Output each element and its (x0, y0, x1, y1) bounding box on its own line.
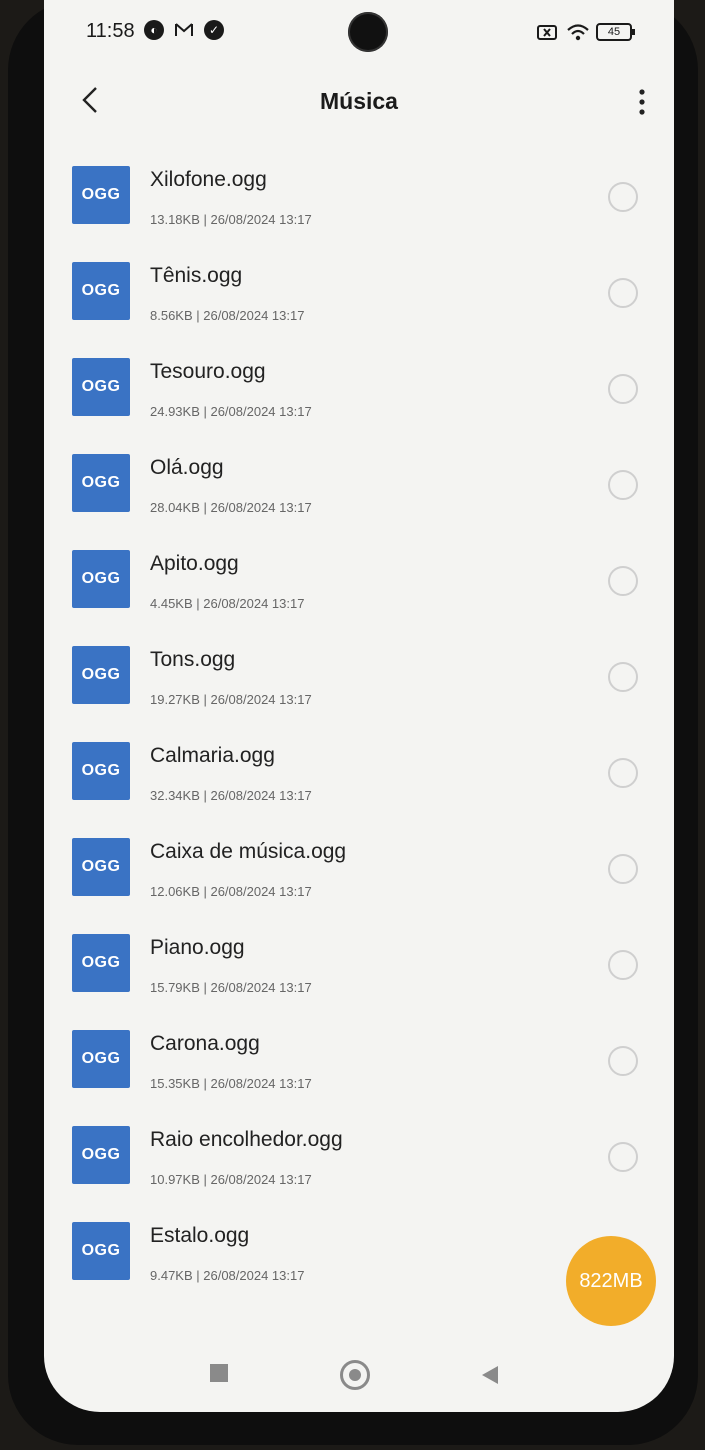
wifi-icon (566, 22, 589, 42)
more-vertical-icon (639, 89, 645, 115)
more-options-button[interactable] (630, 82, 654, 122)
file-name: Tênis.ogg (150, 264, 243, 287)
file-row[interactable]: OGG Apito.ogg 4.45KB | 26/08/2024 13:17 (44, 534, 674, 630)
file-name: Tons.ogg (150, 648, 236, 671)
phone-frame: 11:58 ◐ ✓ 45 Música OGG Xilofone.ogg 13.… (8, 0, 698, 1445)
file-meta: 12.06KB | 26/08/2024 13:17 (150, 884, 312, 899)
file-name: Calmaria.ogg (150, 744, 275, 767)
file-name: Caixa de música.ogg (150, 840, 347, 863)
ogg-file-icon: OGG (72, 1222, 130, 1280)
ogg-file-icon: OGG (72, 166, 130, 224)
ogg-file-icon: OGG (72, 646, 130, 704)
file-name: Tesouro.ogg (150, 360, 266, 383)
select-radio[interactable] (608, 1142, 638, 1172)
select-radio[interactable] (608, 374, 638, 404)
file-name: Carona.ogg (150, 1032, 260, 1055)
file-name: Xilofone.ogg (150, 168, 267, 191)
ogg-file-icon: OGG (72, 1030, 130, 1088)
file-meta: 24.93KB | 26/08/2024 13:17 (150, 404, 312, 419)
select-radio[interactable] (608, 662, 638, 692)
select-radio[interactable] (608, 470, 638, 500)
status-time: 11:58 (86, 20, 135, 42)
recents-button[interactable] (210, 1364, 228, 1382)
ogg-file-icon: OGG (72, 454, 130, 512)
file-row[interactable]: OGG Tesouro.ogg 24.93KB | 26/08/2024 13:17 (44, 342, 674, 438)
home-button[interactable] (340, 1360, 370, 1390)
file-name: Apito.ogg (150, 552, 239, 575)
file-row[interactable]: OGG Carona.ogg 15.35KB | 26/08/2024 13:17 (44, 1014, 674, 1110)
file-list: OGG Xilofone.ogg 13.18KB | 26/08/2024 13:1… (44, 150, 674, 1302)
file-meta: 28.04KB | 26/08/2024 13:17 (150, 500, 312, 515)
front-camera (348, 12, 388, 52)
select-radio[interactable] (608, 566, 638, 596)
file-row[interactable]: OGG Caixa de música.ogg 12.06KB | 26/08/20… (44, 822, 674, 918)
file-meta: 9.47KB | 26/08/2024 13:17 (150, 1268, 305, 1283)
page-title: Música (320, 88, 398, 114)
navigation-bar (44, 1348, 674, 1398)
status-icons-left: ◐ ✓ (144, 20, 224, 40)
file-meta: 13.18KB | 26/08/2024 13:17 (150, 212, 312, 227)
file-row[interactable]: OGG Raio encolhedor.ogg 10.97KB | 26/08/20… (44, 1110, 674, 1206)
file-row[interactable]: OGG Calmaria.ogg 32.34KB | 26/08/2024 13:1… (44, 726, 674, 822)
gmail-icon (174, 20, 194, 40)
ogg-file-icon: OGG (72, 934, 130, 992)
ogg-file-icon: OGG (72, 838, 130, 896)
file-name: Olá.ogg (150, 456, 224, 479)
app-icon: ◐ (144, 20, 164, 40)
file-name: Estalo.ogg (150, 1224, 250, 1247)
select-radio[interactable] (608, 278, 638, 308)
file-name: Raio encolhedor.ogg (150, 1128, 343, 1151)
screen: 11:58 ◐ ✓ 45 Música OGG Xilofone.ogg 13.… (44, 0, 674, 1412)
battery-indicator: 45 (596, 23, 635, 41)
file-row[interactable]: OGG Olá.ogg 28.04KB | 26/08/2024 13:17 (44, 438, 674, 534)
storage-fab[interactable]: 822MB (566, 1236, 656, 1326)
file-meta: 4.45KB | 26/08/2024 13:17 (150, 596, 305, 611)
no-sim-icon (536, 22, 557, 42)
file-meta: 10.97KB | 26/08/2024 13:17 (150, 1172, 312, 1187)
file-name: Piano.ogg (150, 936, 245, 959)
app-bar: Música (44, 70, 674, 134)
check-icon: ✓ (204, 20, 224, 40)
ogg-file-icon: OGG (72, 262, 130, 320)
select-radio[interactable] (608, 758, 638, 788)
file-meta: 15.35KB | 26/08/2024 13:17 (150, 1076, 312, 1091)
file-row[interactable]: OGG Xilofone.ogg 13.18KB | 26/08/2024 13:1… (44, 150, 674, 246)
select-radio[interactable] (608, 854, 638, 884)
file-meta: 8.56KB | 26/08/2024 13:17 (150, 308, 305, 323)
nav-back-button[interactable] (482, 1366, 498, 1384)
file-meta: 32.34KB | 26/08/2024 13:17 (150, 788, 312, 803)
file-meta: 15.79KB | 26/08/2024 13:17 (150, 980, 312, 995)
ogg-file-icon: OGG (72, 358, 130, 416)
ogg-file-icon: OGG (72, 742, 130, 800)
file-meta: 19.27KB | 26/08/2024 13:17 (150, 692, 312, 707)
file-row[interactable]: OGG Piano.ogg 15.79KB | 26/08/2024 13:17 (44, 918, 674, 1014)
select-radio[interactable] (608, 950, 638, 980)
status-bar: 11:58 ◐ ✓ 45 (44, 0, 674, 62)
file-row[interactable]: OGG Tons.ogg 19.27KB | 26/08/2024 13:17 (44, 630, 674, 726)
ogg-file-icon: OGG (72, 1126, 130, 1184)
status-icons-right: 45 (536, 22, 635, 42)
select-radio[interactable] (608, 182, 638, 212)
file-row[interactable]: OGG Tênis.ogg 8.56KB | 26/08/2024 13:17 (44, 246, 674, 342)
ogg-file-icon: OGG (72, 550, 130, 608)
select-radio[interactable] (608, 1046, 638, 1076)
